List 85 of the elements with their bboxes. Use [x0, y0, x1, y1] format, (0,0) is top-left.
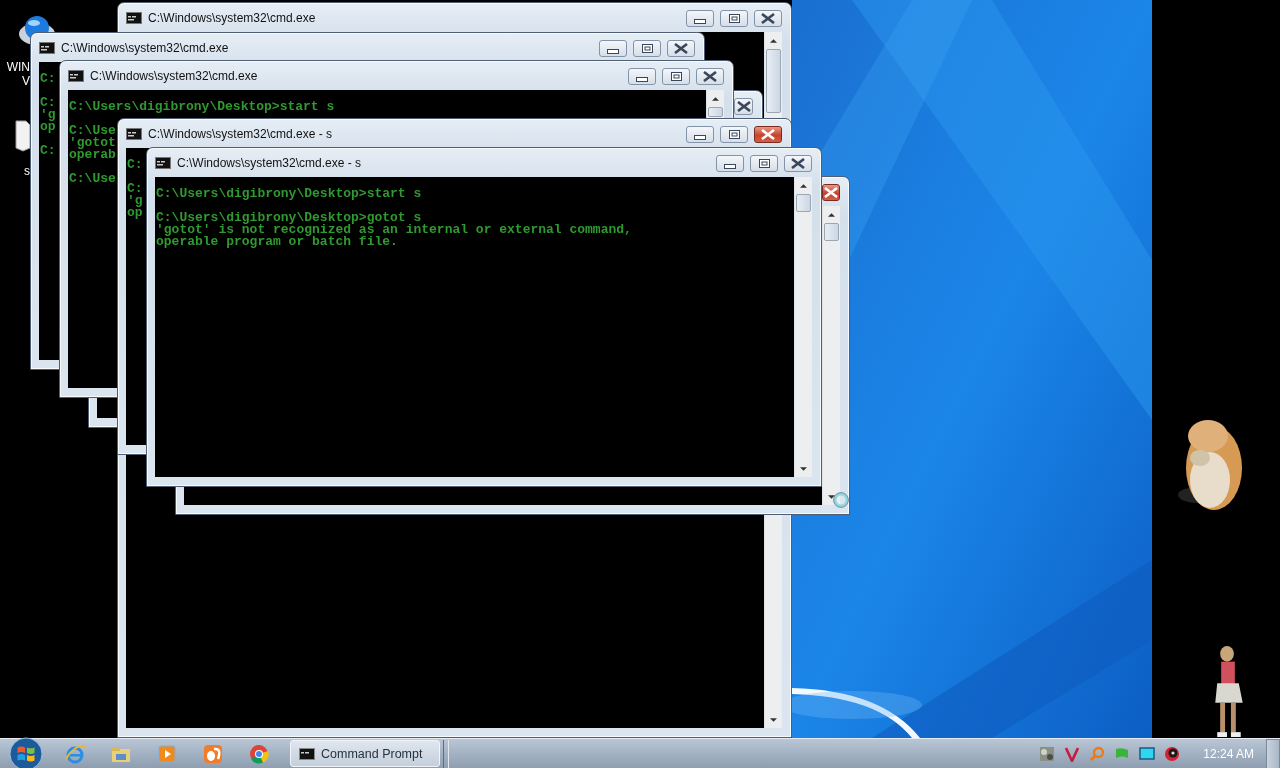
console-line: C:\Users\digibrony\Desktop>start s [69, 101, 335, 113]
console-icon [126, 127, 142, 140]
console-line: C:\Use [69, 125, 116, 137]
close-icon [761, 129, 775, 140]
console-line: operab [69, 149, 116, 161]
close-icon [674, 43, 688, 54]
console-icon [126, 11, 142, 24]
close-icon [703, 71, 717, 82]
show-desktop-button[interactable] [1266, 738, 1280, 768]
console-line: C: [40, 145, 56, 157]
console-line: C:\Users\digibrony\Desktop>gotot s [156, 212, 422, 224]
console-line: op [40, 121, 56, 133]
console-line: operable program or batch file. [156, 236, 398, 248]
console-icon [68, 69, 84, 82]
console-line: C:\Use [69, 173, 116, 185]
close-button[interactable] [696, 68, 724, 85]
up-arrow-icon [828, 212, 835, 217]
up-arrow-icon [800, 183, 807, 188]
down-arrow-icon [828, 494, 835, 499]
minimize-icon [636, 76, 648, 82]
scroll-thumb[interactable] [708, 107, 723, 117]
close-button[interactable] [754, 126, 782, 143]
clock: 12:24 AM [1203, 746, 1254, 761]
chevron-icon[interactable] [1064, 745, 1081, 762]
window-title: C:\Windows\system32\cmd.exe [90, 68, 258, 83]
console-line: 'g [127, 195, 143, 207]
icon-label: s [24, 164, 30, 178]
maximize-button[interactable] [720, 10, 748, 27]
console-icon [155, 156, 171, 169]
maximize-button[interactable] [720, 126, 748, 143]
minimize-button[interactable] [686, 126, 714, 143]
console-line: op [127, 207, 143, 219]
close-button[interactable] [667, 40, 695, 57]
down-arrow-icon [800, 466, 807, 471]
minimize-icon [607, 48, 619, 54]
close-icon [791, 158, 805, 169]
maximize-icon [641, 44, 653, 53]
maximize-button[interactable] [750, 155, 778, 172]
maximize-button[interactable] [662, 68, 690, 85]
window-title: C:\Windows\system32\cmd.exe - s [177, 155, 362, 170]
minimize-button[interactable] [716, 155, 744, 172]
camouflage-icon[interactable] [1039, 745, 1056, 762]
taskbar-button[interactable]: Command Prompt [290, 740, 440, 767]
down-arrow-icon [770, 717, 777, 722]
console-line: 'gotot' is not recognized as an internal or external command, [156, 224, 632, 236]
console-line: C:\Users\digibrony\Desktop>start s [156, 188, 422, 200]
up-arrow-icon [770, 38, 777, 43]
scroll-thumb[interactable] [824, 223, 839, 241]
console-line: C: [127, 159, 143, 171]
close-button[interactable] [784, 155, 812, 172]
maximize-icon [758, 159, 770, 168]
busy-cursor-icon [833, 492, 849, 508]
minimize-button[interactable] [686, 10, 714, 27]
console-line: C: [40, 97, 56, 109]
icon-label: WIN [6, 60, 30, 74]
close-button[interactable] [734, 98, 753, 115]
maximize-icon [728, 130, 740, 139]
close-button[interactable] [754, 10, 782, 27]
maximize-button[interactable] [633, 40, 661, 57]
maximize-icon [670, 72, 682, 81]
window-title: C:\Windows\system32\cmd.exe - s [148, 126, 333, 141]
console-icon [299, 747, 315, 760]
console-line: C: [40, 73, 56, 85]
console-line: 'gotot [69, 137, 116, 149]
close-icon [824, 187, 838, 198]
close-button[interactable] [822, 184, 840, 201]
console-icon [39, 41, 55, 54]
minimize-icon [694, 134, 706, 140]
minimize-button[interactable] [599, 40, 627, 57]
window-title: C:\Windows\system32\cmd.exe [61, 40, 229, 55]
minimize-icon [724, 163, 736, 169]
windows-orb-icon [9, 736, 43, 768]
window-title: C:\Windows\system32\cmd.exe [148, 10, 316, 25]
minimize-icon [694, 18, 706, 24]
scroll-thumb[interactable] [796, 194, 811, 212]
monitor-icon[interactable] [1139, 745, 1156, 762]
scroll-thumb[interactable] [766, 49, 781, 113]
up-arrow-icon [712, 96, 719, 101]
maximize-icon [728, 14, 740, 23]
minimize-button[interactable] [628, 68, 656, 85]
console-line: 'g [40, 109, 56, 121]
close-icon [736, 101, 751, 112]
close-icon [761, 13, 775, 24]
icon-label: V [22, 74, 30, 88]
console-line: C: [127, 183, 143, 195]
